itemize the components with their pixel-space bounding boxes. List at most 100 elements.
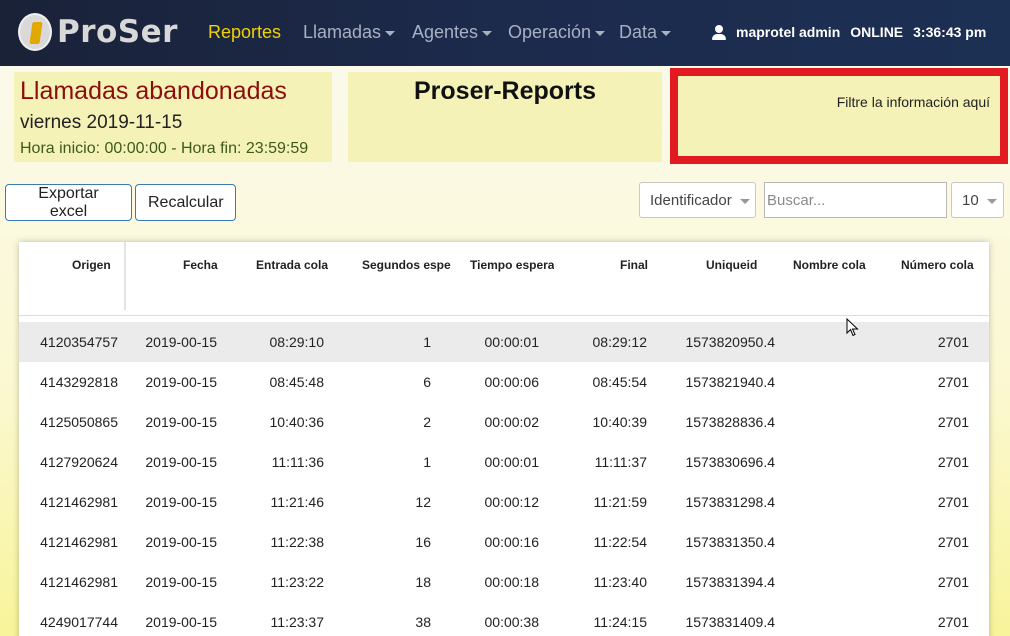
- cell-uniqueid: 1573830696.4: [685, 454, 775, 470]
- cell-entrada-cola: 11:23:37: [270, 614, 324, 630]
- recalculate-button[interactable]: Recalcular: [135, 184, 236, 221]
- cell-origen: 4125050865: [40, 414, 118, 430]
- search-input[interactable]: [764, 182, 947, 218]
- chevron-down-icon: [986, 198, 997, 204]
- cell-origen: 4121462981: [40, 574, 118, 590]
- cell-origen: 4127920624: [40, 454, 118, 470]
- cell-segundos-espera: 1: [423, 454, 431, 470]
- nav-item-operacion[interactable]: Operación: [508, 22, 606, 43]
- cell-numero-cola: 2701: [937, 334, 969, 350]
- cell-entrada-cola: 11:11:36: [271, 454, 324, 470]
- column-header-final[interactable]: Final: [620, 258, 648, 272]
- cell-tiempo-espera: 00:00:01: [484, 334, 540, 350]
- table-row[interactable]: 4121462981 2019-00-15 11:23:22 18 00:00:18 11…: [19, 562, 989, 602]
- column-header-uniqueid[interactable]: Uniqueid: [706, 258, 757, 272]
- cell-origen: 4249017744: [40, 614, 118, 630]
- cell-numero-cola: 2701: [937, 574, 969, 590]
- table-row[interactable]: 4143292818 2019-00-15 08:45:48 6 00:00:06 08:…: [19, 362, 989, 402]
- cell-origen: 4143292818: [40, 374, 118, 390]
- cell-final: 11:21:59: [593, 494, 647, 510]
- cell-final: 10:40:39: [592, 414, 648, 430]
- column-resize-handle[interactable]: [124, 242, 126, 310]
- table-row[interactable]: 4121462981 2019-00-15 11:22:38 16 00:00:16 11…: [19, 522, 989, 562]
- cell-fecha: 2019-00-15: [145, 374, 217, 390]
- brand-panel: Proser-Reports: [348, 72, 662, 162]
- cell-entrada-cola: 08:29:10: [269, 334, 325, 350]
- cell-uniqueid: 1573821940.4: [685, 374, 775, 390]
- cell-final: 11:11:37: [594, 454, 647, 470]
- nav-item-label: Operación: [508, 22, 592, 42]
- clock: 3:36:43 pm: [913, 24, 987, 40]
- report-title: Llamadas abandonadas: [20, 77, 287, 105]
- chevron-down-icon: [385, 31, 396, 36]
- nav-item-label: Llamadas: [303, 22, 382, 42]
- table-row[interactable]: 4120354757 2019-00-15 08:29:10 1 00:00:01 08:…: [19, 322, 989, 362]
- table-row[interactable]: 4125050865 2019-00-15 10:40:36 2 00:00:02 10:…: [19, 402, 989, 442]
- search-field-value: Identificador: [650, 191, 732, 209]
- calls-table: Origen Fecha Entrada cola Segundos esper…: [19, 242, 989, 636]
- cell-fecha: 2019-00-15: [145, 414, 217, 430]
- column-header-segundos-espera[interactable]: Segundos espera: [362, 258, 451, 272]
- nav-item-agentes[interactable]: Agentes: [412, 22, 493, 43]
- cell-entrada-cola: 10:40:36: [269, 414, 325, 430]
- report-date: viernes 2019-11-15: [20, 112, 183, 133]
- cell-tiempo-espera: 00:00:01: [484, 454, 540, 470]
- chevron-down-icon: [595, 31, 606, 36]
- table-row[interactable]: 4121462981 2019-00-15 11:21:46 12 00:00:12 11…: [19, 482, 989, 522]
- cell-uniqueid: 1573831409.4: [685, 614, 775, 630]
- cell-segundos-espera: 1: [423, 334, 431, 350]
- user-name[interactable]: maprotel admin: [736, 24, 840, 40]
- cell-final: 11:24:15: [593, 614, 647, 630]
- column-header-entrada-cola[interactable]: Entrada cola: [256, 258, 328, 272]
- column-header-tiempo-espera[interactable]: Tiempo espera: [470, 258, 554, 272]
- cell-tiempo-espera: 00:00:18: [484, 574, 540, 590]
- cell-uniqueid: 1573831350.4: [685, 534, 775, 550]
- page-size-select[interactable]: 10: [951, 182, 1004, 218]
- cell-final: 08:29:12: [592, 334, 648, 350]
- column-header-nombre-cola[interactable]: Nombre cola: [793, 258, 866, 272]
- cell-fecha: 2019-00-15: [145, 574, 217, 590]
- nav-item-label: Agentes: [412, 22, 479, 42]
- cell-entrada-cola: 11:21:46: [270, 494, 324, 510]
- column-header-fecha[interactable]: Fecha: [183, 258, 218, 272]
- export-excel-button[interactable]: Exportar excel: [5, 184, 132, 221]
- report-hours: Hora inicio: 00:00:00 - Hora fin: 23:59:…: [20, 140, 309, 157]
- cell-uniqueid: 1573820950.4: [685, 334, 775, 350]
- nav-item-reportes[interactable]: Reportes: [208, 22, 281, 43]
- cell-tiempo-espera: 00:00:06: [484, 374, 540, 390]
- cell-segundos-espera: 38: [415, 614, 431, 630]
- report-info-panel: Llamadas abandonadas viernes 2019-11-15 …: [14, 72, 332, 162]
- nav-item-llamadas[interactable]: Llamadas: [303, 22, 396, 43]
- table-header: Origen Fecha Entrada cola Segundos esper…: [19, 242, 989, 316]
- cell-segundos-espera: 12: [415, 494, 431, 510]
- search-field-select[interactable]: Identificador: [639, 182, 756, 218]
- cell-final: 11:23:40: [593, 574, 647, 590]
- column-header-origen[interactable]: Origen: [72, 258, 111, 272]
- column-header-numero-cola[interactable]: Número cola: [901, 258, 974, 272]
- cell-fecha: 2019-00-15: [145, 454, 217, 470]
- cell-entrada-cola: 11:22:38: [270, 534, 324, 550]
- top-navbar: ProSer Reportes Llamadas Agentes Operaci…: [0, 0, 1010, 66]
- nav-item-data[interactable]: Data: [619, 22, 672, 43]
- page-size-value: 10: [962, 191, 979, 209]
- cell-tiempo-espera: 00:00:02: [484, 414, 540, 430]
- logo-text: ProSer: [57, 14, 178, 50]
- cell-numero-cola: 2701: [937, 374, 969, 390]
- cell-uniqueid: 1573828836.4: [685, 414, 775, 430]
- cell-tiempo-espera: 00:00:38: [484, 614, 540, 630]
- cell-entrada-cola: 11:23:22: [270, 574, 324, 590]
- cell-origen: 4120354757: [40, 334, 118, 350]
- mouse-cursor-icon: [846, 318, 859, 337]
- cell-segundos-espera: 6: [423, 374, 431, 390]
- cell-numero-cola: 2701: [937, 414, 969, 430]
- chevron-down-icon: [739, 198, 750, 204]
- cell-entrada-cola: 08:45:48: [269, 374, 325, 390]
- filter-panel[interactable]: Filtre la información aquí: [670, 68, 1008, 164]
- logo[interactable]: ProSer: [18, 13, 178, 51]
- table-row[interactable]: 4127920624 2019-00-15 11:11:36 1 00:00:01 11:…: [19, 442, 989, 482]
- filter-hint: Filtre la información aquí: [836, 94, 990, 110]
- cell-uniqueid: 1573831298.4: [685, 494, 775, 510]
- table-row[interactable]: 4249017744 2019-00-15 11:23:37 38 00:00:38 11…: [19, 602, 989, 636]
- cell-tiempo-espera: 00:00:16: [484, 534, 540, 550]
- cell-origen: 4121462981: [40, 494, 118, 510]
